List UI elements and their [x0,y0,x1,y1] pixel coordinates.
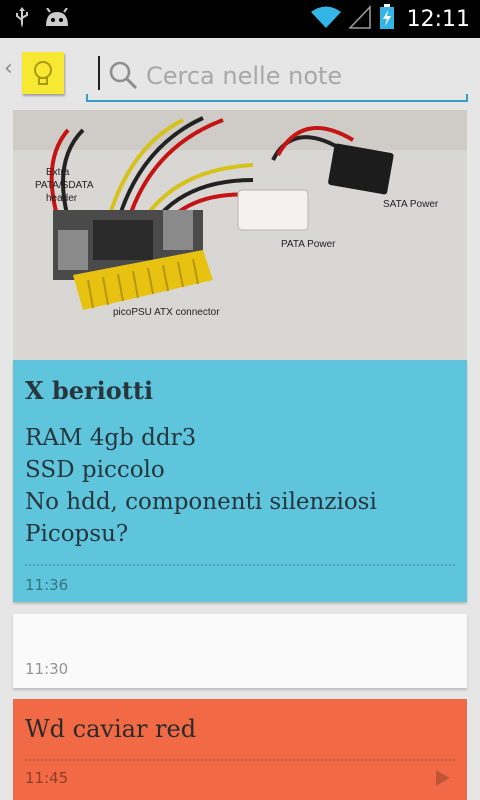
note-card-wd-caviar[interactable]: Wd caviar red 11:45 [13,699,467,800]
android-icon [44,7,70,32]
note-card-beriotti[interactable]: X beriotti RAM 4gb ddr3 SSD piccolo No h… [13,360,467,602]
image-label-pata-sdata: PATA/SDATA [35,180,94,191]
note-timestamp: 11:45 [25,769,69,787]
search-input[interactable] [144,56,458,96]
note-timestamp: 11:36 [25,576,69,594]
search-bar[interactable] [86,54,468,102]
note-line: Picopsu? [25,521,129,547]
search-icon [108,60,138,94]
usb-icon [14,6,30,34]
note-title: Wd caviar red [25,715,197,743]
image-label-sata-power: SATA Power [383,199,439,210]
note-line: No hdd, componenti silenziosi [25,489,377,515]
note-image[interactable]: Extra PATA/SDATA header PATA Power SATA … [13,110,467,360]
clock: 12:11 [406,6,470,32]
note-divider [25,564,455,566]
status-bar: 12:11 [0,0,480,38]
image-label-pata-power: PATA Power [281,239,336,250]
note-line: SSD piccolo [25,457,165,483]
note-timestamp: 11:30 [25,660,69,678]
wifi-icon [310,5,341,33]
note-line: RAM 4gb ddr3 [25,425,197,451]
text-cursor [98,56,100,90]
signal-icon [347,5,371,33]
image-label-header: header [46,193,78,204]
note-body: RAM 4gb ddr3 SSD piccolo No hdd, compone… [25,422,377,550]
battery-charging-icon [379,4,395,34]
note-card-empty[interactable]: 11:30 [13,614,467,688]
action-bar: ‹ [0,38,480,108]
chevron-left-icon[interactable]: ‹ [4,56,13,81]
note-title: X beriotti [25,376,154,405]
play-icon[interactable] [435,769,451,791]
lightbulb-icon[interactable] [22,52,64,94]
note-divider [25,759,455,761]
image-label-extra: Extra [46,167,70,178]
image-label-atx-connector: picoPSU ATX connector [113,307,220,318]
